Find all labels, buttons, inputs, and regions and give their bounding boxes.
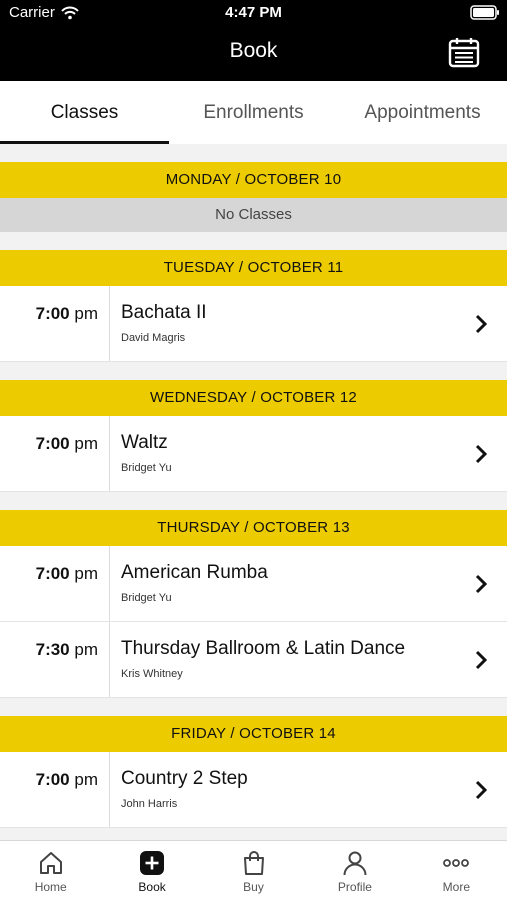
- plus-square-icon: [140, 851, 165, 875]
- chevron-right-icon: [475, 574, 487, 594]
- bottom-tab-home[interactable]: Home: [0, 841, 101, 900]
- bottom-tab-label: Book: [138, 880, 166, 894]
- instructor-name: Kris Whitney: [121, 668, 183, 680]
- instructor-name: Bridget Yu: [121, 592, 172, 604]
- bottom-tab-label: Profile: [337, 880, 372, 894]
- chevron-right-icon: [475, 444, 487, 464]
- bottom-tab-book[interactable]: Book: [101, 841, 202, 900]
- chevron-right-icon: [475, 314, 487, 334]
- tab-appointments[interactable]: Appointments: [338, 81, 507, 144]
- bottom-tab-label: More: [442, 880, 470, 894]
- day-header: TUESDAY / OCTOBER 11: [0, 250, 507, 286]
- shopping-bag-icon: [243, 851, 264, 875]
- day-header: THURSDAY / OCTOBER 13: [0, 510, 507, 546]
- class-time: 7:00 pm: [0, 546, 110, 621]
- day-header: WEDNESDAY / OCTOBER 12: [0, 380, 507, 416]
- class-time: 7:00 pm: [0, 752, 110, 827]
- instructor-name: David Magris: [121, 332, 186, 344]
- class-name: Thursday Ballroom & Latin Dance: [121, 638, 406, 659]
- class-name: American Rumba: [121, 562, 268, 583]
- bottom-tab-bar: Home Book Buy Profile More: [0, 840, 507, 900]
- battery-icon: [470, 5, 499, 20]
- class-name: Bachata II: [121, 302, 207, 323]
- more-dots-icon: [443, 859, 470, 867]
- class-time: 7:00 pm: [0, 286, 110, 361]
- class-row[interactable]: 7:00 pm American Rumba Bridget Yu: [0, 546, 507, 622]
- user-icon: [343, 851, 367, 876]
- instructor-name: John Harris: [121, 798, 178, 810]
- class-schedule-list[interactable]: MONDAY / OCTOBER 10 No Classes TUESDAY /…: [0, 144, 507, 840]
- bottom-tab-buy[interactable]: Buy: [203, 841, 304, 900]
- page-title: Book: [229, 39, 278, 62]
- class-row[interactable]: 7:30 pm Thursday Ballroom & Latin Dance …: [0, 622, 507, 698]
- class-time: 7:30 pm: [0, 622, 110, 697]
- tab-enrollments[interactable]: Enrollments: [169, 81, 338, 144]
- no-classes-label: No Classes: [0, 198, 507, 232]
- instructor-name: Bridget Yu: [121, 462, 172, 474]
- calendar-icon[interactable]: [448, 36, 480, 68]
- class-name: Country 2 Step: [121, 768, 248, 789]
- class-name: Waltz: [121, 432, 168, 453]
- status-time: 4:47 PM: [225, 4, 282, 21]
- chevron-right-icon: [475, 780, 487, 800]
- status-bar: Carrier 4:47 PM: [0, 0, 507, 26]
- tab-bar: Classes Enrollments Appointments: [0, 81, 507, 144]
- top-bar: Carrier 4:47 PM Book: [0, 0, 507, 81]
- bottom-tab-label: Home: [34, 880, 67, 894]
- day-header: FRIDAY / OCTOBER 14: [0, 716, 507, 752]
- class-row[interactable]: 7:00 pm Bachata II David Magris: [0, 286, 507, 362]
- bottom-tab-label: Buy: [243, 880, 264, 894]
- home-icon: [39, 852, 62, 874]
- chevron-right-icon: [475, 650, 487, 670]
- day-header: MONDAY / OCTOBER 10: [0, 162, 507, 198]
- class-time: 7:00 pm: [0, 416, 110, 491]
- tab-classes[interactable]: Classes: [0, 81, 169, 144]
- bottom-tab-more[interactable]: More: [406, 841, 507, 900]
- class-row[interactable]: 7:00 pm Country 2 Step John Harris: [0, 752, 507, 828]
- bottom-tab-profile[interactable]: Profile: [304, 841, 405, 900]
- class-row[interactable]: 7:00 pm Waltz Bridget Yu: [0, 416, 507, 492]
